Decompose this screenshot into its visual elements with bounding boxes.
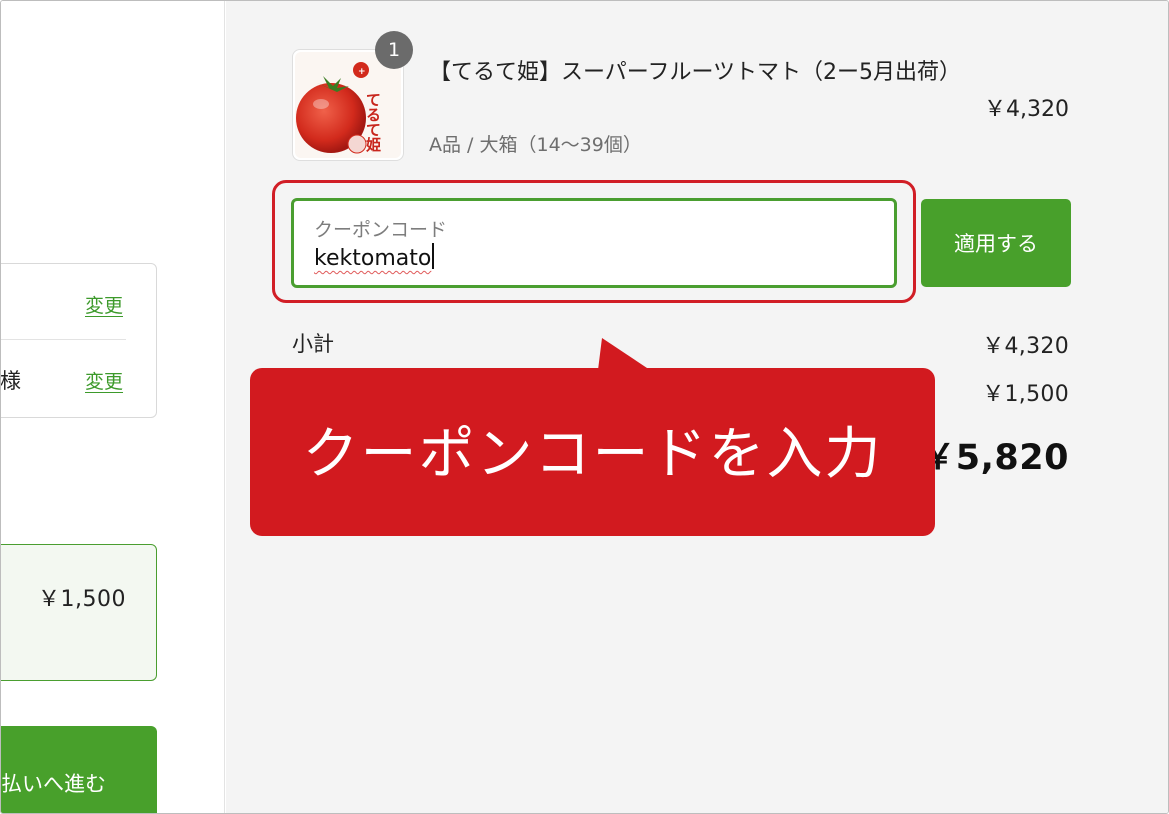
checkout-window: 変更 様 変更 ￥1,500 払いへ進む + てるて姫 1 【てるて姫】スーパー… — [0, 0, 1169, 814]
contact-shipping-review-box: 変更 様 変更 — [0, 263, 157, 418]
proceed-to-payment-button[interactable]: 払いへ進む — [1, 726, 157, 813]
svg-text:+: + — [358, 67, 366, 77]
shipping-value: ￥1,500 — [982, 382, 1069, 407]
change-address-link[interactable]: 変更 — [85, 367, 123, 394]
coupon-code-label: クーポンコード — [314, 219, 448, 241]
product-name: 【てるて姫】スーパーフルーツトマト（2ー5月出荷） — [429, 60, 962, 85]
instruction-callout: クーポンコードを入力 — [250, 368, 935, 536]
product-variant: A品 / 大箱（14〜39個） — [429, 134, 642, 156]
callout-pointer — [598, 338, 650, 370]
product-price: ￥4,320 — [984, 97, 1069, 122]
ship-to-row: 様 変更 — [0, 341, 156, 417]
recipient-name-suffix: 様 — [0, 369, 21, 393]
quantity-badge: 1 — [375, 31, 413, 69]
change-contact-link[interactable]: 変更 — [85, 291, 123, 318]
subtotal-value: ￥4,320 — [982, 334, 1069, 359]
contact-row: 変更 — [1, 264, 126, 340]
subtotal-label: 小計 — [292, 332, 334, 356]
callout-text: クーポンコードを入力 — [302, 421, 883, 487]
total-value: ￥5,820 — [920, 438, 1069, 478]
svg-text:てるて姫: てるて姫 — [364, 92, 382, 153]
tomato-image: + てるて姫 — [295, 52, 401, 158]
text-caret — [432, 243, 435, 269]
coupon-code-input[interactable]: クーポンコード kektomato — [291, 198, 897, 288]
shipping-method-price: ￥1,500 — [38, 587, 126, 612]
checkout-form-column: 変更 様 変更 ￥1,500 払いへ進む — [0, 1, 225, 813]
coupon-code-value[interactable]: kektomato — [314, 243, 435, 271]
shipping-method-option[interactable]: ￥1,500 — [1, 544, 157, 681]
apply-coupon-button[interactable]: 適用する — [921, 199, 1071, 287]
coupon-code-text: kektomato — [314, 246, 432, 271]
